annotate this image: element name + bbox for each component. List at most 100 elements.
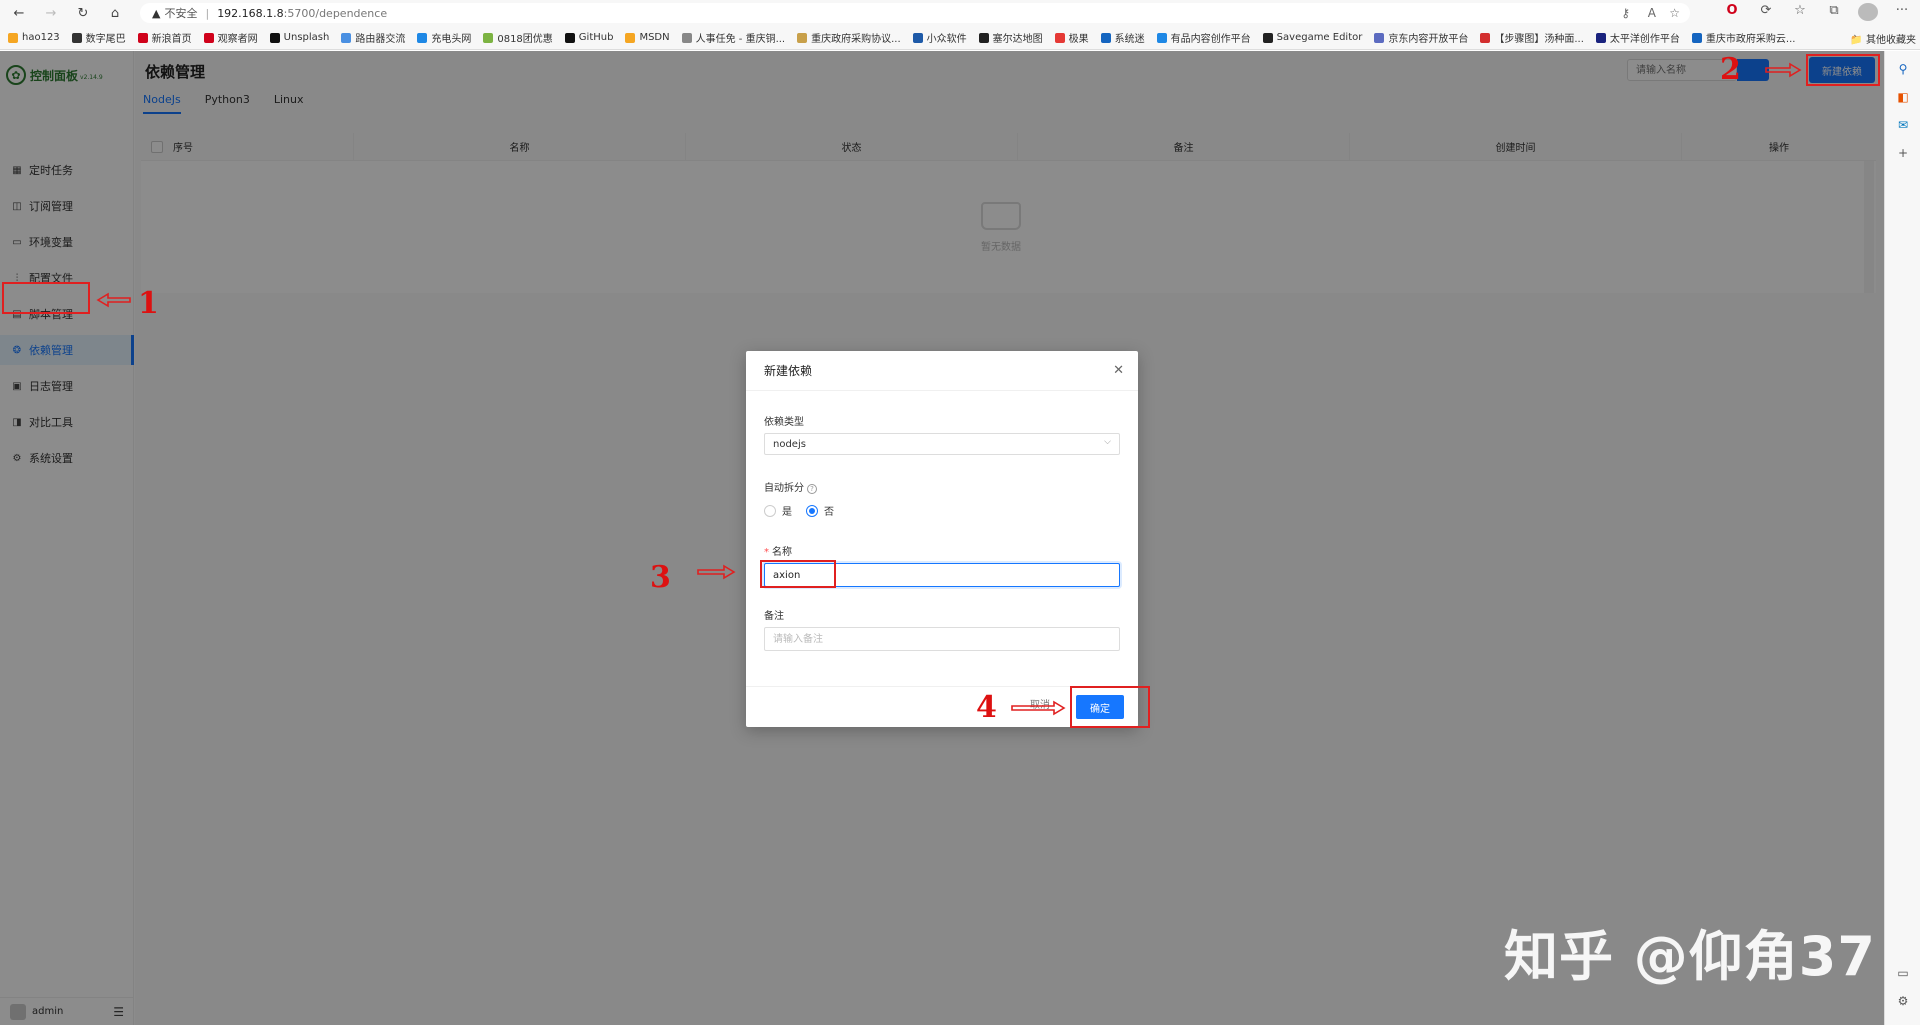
bookmark-item[interactable]: 观察者网 bbox=[203, 30, 258, 45]
name-label: * 名称 bbox=[764, 547, 792, 558]
add-icon[interactable]: + bbox=[1893, 143, 1913, 163]
bookmark-label: 太平洋创作平台 bbox=[1609, 34, 1680, 45]
browser-toolbar: ← → ↻ ⌂ ▲ 不安全 | 192.168.1.8 :5700/depend… bbox=[0, 0, 1920, 26]
bookmark-favicon-icon bbox=[483, 32, 494, 43]
opera-extension-icon[interactable]: O bbox=[1722, 3, 1742, 25]
bookmark-item[interactable]: hao123 bbox=[8, 32, 60, 43]
annotation-box-3 bbox=[760, 560, 836, 588]
bookmark-item[interactable]: 【步骤图】汤种面... bbox=[1480, 30, 1584, 45]
bookmark-favicon-icon bbox=[8, 32, 18, 43]
auto-split-radio-group: 是 否 bbox=[764, 503, 848, 518]
bookmark-favicon-icon bbox=[564, 32, 575, 43]
forward-icon[interactable]: → bbox=[38, 1, 64, 25]
bookmark-label: 有品内容创作平台 bbox=[1170, 34, 1251, 45]
home-icon[interactable]: ⌂ bbox=[102, 1, 128, 25]
bookmark-item[interactable]: Savegame Editor bbox=[1262, 32, 1362, 43]
dependency-type-select[interactable]: nodejs ⌵ bbox=[764, 433, 1120, 455]
close-icon[interactable]: ✕ bbox=[1113, 363, 1124, 378]
bookmark-label: 塞尔达地图 bbox=[992, 34, 1043, 45]
more-menu-icon[interactable]: ··· bbox=[1892, 3, 1912, 25]
bookmark-label: 路由器交流 bbox=[355, 34, 406, 45]
bookmark-item[interactable]: 塞尔达地图 bbox=[978, 30, 1043, 45]
annotation-arrow-1 bbox=[96, 292, 131, 308]
bookmark-item[interactable]: GitHub bbox=[564, 32, 613, 43]
bookmark-item[interactable]: MSDN bbox=[625, 32, 670, 43]
bookmark-item[interactable]: 0818团优惠 bbox=[483, 30, 553, 45]
bookmark-favicon-icon bbox=[797, 32, 808, 43]
bookmark-favicon-icon bbox=[1262, 32, 1273, 43]
remark-input[interactable] bbox=[764, 627, 1120, 651]
bookmark-favicon-icon bbox=[1054, 32, 1065, 43]
bookmark-item[interactable]: 人事任免 - 重庆铜... bbox=[681, 30, 786, 45]
annotation-box-4 bbox=[1070, 686, 1150, 728]
bookmark-item[interactable]: 数字尾巴 bbox=[71, 30, 126, 45]
bookmark-item[interactable]: 有品内容创作平台 bbox=[1156, 30, 1251, 45]
step-number-1: 1 bbox=[138, 286, 159, 321]
bookmark-item[interactable]: 小众软件 bbox=[912, 30, 967, 45]
create-dependency-modal: 新建依赖 ✕ 依赖类型 nodejs ⌵ 自动拆分? 是 否 *名称 备注 取消… bbox=[746, 351, 1138, 727]
type-label: 依赖类型 bbox=[764, 417, 804, 428]
panel-icon[interactable]: ▭ bbox=[1893, 963, 1913, 983]
radio-yes[interactable]: 是 bbox=[764, 503, 792, 518]
bookmark-item[interactable]: 极果 bbox=[1054, 30, 1089, 45]
back-icon[interactable]: ← bbox=[6, 1, 32, 25]
remark-label: 备注 bbox=[764, 611, 784, 622]
collections-icon[interactable]: ⧉ bbox=[1824, 3, 1844, 25]
profile-icon[interactable] bbox=[1858, 3, 1878, 25]
bookmark-label: 0818团优惠 bbox=[497, 34, 553, 45]
bookmark-favicon-icon bbox=[203, 32, 214, 43]
annotation-arrow-4 bbox=[1011, 700, 1066, 716]
bookmark-item[interactable]: 重庆政府采购协议... bbox=[797, 30, 901, 45]
step-number-3: 3 bbox=[650, 560, 671, 595]
bookmark-favicon-icon bbox=[1156, 32, 1167, 43]
bookmark-favicon-icon bbox=[1374, 32, 1385, 43]
extensions-icon[interactable]: ⟳ bbox=[1756, 3, 1776, 25]
bookmark-item[interactable]: 系统迷 bbox=[1100, 30, 1145, 45]
url-host: 192.168.1.8 bbox=[217, 6, 284, 20]
outlook-icon[interactable]: ✉ bbox=[1893, 115, 1913, 135]
bookmark-label: 人事任免 - 重庆铜... bbox=[695, 34, 786, 45]
bookmark-favicon-icon bbox=[912, 32, 923, 43]
bookmark-favicon-icon bbox=[137, 32, 148, 43]
bookmark-favicon-icon bbox=[417, 32, 428, 43]
bookmark-favicon-icon bbox=[1480, 32, 1491, 43]
bookmark-label: 充电头网 bbox=[431, 34, 472, 45]
address-separator: | bbox=[205, 6, 210, 20]
bookmark-item[interactable]: 充电头网 bbox=[417, 30, 471, 45]
bookmark-item[interactable]: 路由器交流 bbox=[341, 30, 405, 45]
bookmark-label: 新浪首页 bbox=[151, 34, 192, 45]
search-icon[interactable]: ⚲ bbox=[1893, 59, 1913, 79]
office-icon[interactable]: ◧ bbox=[1893, 87, 1913, 107]
read-aloud-icon[interactable]: A bbox=[1648, 6, 1656, 20]
favorites-icon[interactable]: ☆ bbox=[1790, 3, 1810, 25]
warning-icon: ▲ bbox=[152, 6, 161, 20]
reload-icon[interactable]: ↻ bbox=[70, 1, 96, 25]
bookmark-label: 【步骤图】汤种面... bbox=[1494, 34, 1584, 45]
bookmarks-bar: hao123 数字尾巴 新浪首页 观察者网 Unsplash 路由器交流 充电头网 0818团… bbox=[0, 26, 1920, 50]
modal-title: 新建依赖 bbox=[746, 351, 1138, 391]
bookmark-favicon-icon bbox=[1691, 32, 1702, 43]
bookmark-favicon-icon bbox=[978, 32, 989, 43]
favorite-star-icon[interactable]: ☆ bbox=[1669, 6, 1680, 20]
bookmark-favicon-icon bbox=[269, 32, 280, 43]
help-icon[interactable]: ? bbox=[807, 484, 817, 494]
bookmark-label: 观察者网 bbox=[217, 34, 258, 45]
bookmark-item[interactable]: 京东内容开放平台 bbox=[1374, 30, 1468, 45]
bookmark-item[interactable]: 重庆市政府采购云... bbox=[1691, 30, 1795, 45]
insecure-label: 不安全 bbox=[164, 7, 198, 20]
url-path: :5700/dependence bbox=[283, 6, 388, 20]
bookmark-favicon-icon bbox=[71, 32, 82, 43]
bookmark-item[interactable]: 太平洋创作平台 bbox=[1595, 30, 1680, 45]
bookmark-item[interactable]: Unsplash bbox=[269, 32, 329, 43]
type-value: nodejs bbox=[773, 438, 806, 450]
address-bar[interactable]: ▲ 不安全 | 192.168.1.8 :5700/dependence ⚷ A… bbox=[140, 3, 1690, 23]
chevron-down-icon: ⌵ bbox=[1104, 437, 1111, 447]
bookmark-label: 极果 bbox=[1068, 34, 1089, 45]
settings-gear-icon[interactable]: ⚙ bbox=[1893, 991, 1913, 1011]
other-bookmarks[interactable]: 📁 其他收藏夹 bbox=[1850, 31, 1916, 46]
key-icon[interactable]: ⚷ bbox=[1621, 6, 1630, 20]
annotation-box-2 bbox=[1806, 54, 1880, 86]
bookmark-favicon-icon bbox=[1100, 32, 1111, 43]
bookmark-item[interactable]: 新浪首页 bbox=[137, 30, 192, 45]
radio-no[interactable]: 否 bbox=[806, 503, 834, 518]
